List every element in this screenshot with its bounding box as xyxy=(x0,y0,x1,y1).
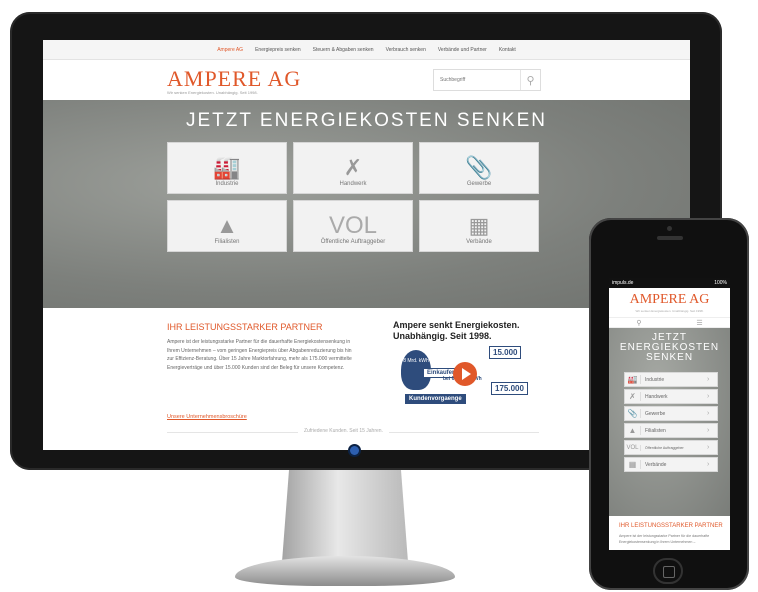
list-item-oeffentliche-auftraggeber[interactable]: VOL Öffentliche Auftraggeber › xyxy=(624,440,718,455)
list-item-label: Industrie xyxy=(645,376,665,383)
phone-screen: impuls.de 100% AMPERE AG Wir senken Ener… xyxy=(609,278,730,550)
buildings-icon: ▦ xyxy=(468,213,490,238)
search-box: ⚲ xyxy=(433,69,541,91)
chevron-right-icon: › xyxy=(707,376,710,383)
tile-label: Handwerk xyxy=(339,181,367,187)
top-navigation: Ampere AG Energiepreis senken Steuern & … xyxy=(43,40,690,60)
video-label-175000: 175.000 xyxy=(491,382,528,395)
factory-icon: 🏭 xyxy=(625,375,641,384)
paperclip-icon: 📎 xyxy=(625,409,641,418)
list-item-label: Gewerbe xyxy=(645,410,666,417)
search-input[interactable] xyxy=(434,77,520,83)
tile-verbaende[interactable]: ▦ Verbände xyxy=(419,200,539,252)
tile-industrie[interactable]: 🏭 Industrie xyxy=(167,142,287,194)
vol-icon: VOL xyxy=(625,444,641,451)
video-title: Ampere senkt Energiekosten. Unabhängig. … xyxy=(393,320,520,341)
hero-title: JETZT ENERGIEKOSTEN SENKEN xyxy=(186,110,547,131)
nav-link-verbaende[interactable]: Verbände und Partner xyxy=(438,47,487,53)
chevron-right-icon: › xyxy=(707,393,710,400)
list-item-filialisten[interactable]: ▲ Filialisten › xyxy=(624,423,718,438)
factory-icon: 🏭 xyxy=(213,155,241,180)
phone-section-body: Ampere ist der leistungsstarke Partner f… xyxy=(619,534,710,544)
brochure-link[interactable]: Unsere Unternehmensbroschüre xyxy=(167,414,247,420)
phone-sector-list: 🏭 Industrie › ✗ Handwerk › 📎 Gewerbe › ▲… xyxy=(624,372,718,474)
phone-hero-title: JETZT ENERGIEKOSTEN SENKEN xyxy=(619,332,720,363)
buildings-icon: ▦ xyxy=(625,460,641,469)
chevron-right-icon: › xyxy=(707,461,710,468)
tile-label: Filialisten xyxy=(214,239,240,245)
tools-icon: ✗ xyxy=(343,155,363,180)
chevron-right-icon: › xyxy=(707,410,710,417)
phone-tagline: Wir senken Energiekosten. Unabhängig. Se… xyxy=(635,309,704,313)
tile-label: Verbände xyxy=(466,239,492,245)
vol-icon: VOL xyxy=(328,212,378,239)
nav-link-energiepreis[interactable]: Energiepreis senken xyxy=(255,47,301,53)
phone-frame: impuls.de 100% AMPERE AG Wir senken Ener… xyxy=(589,218,749,590)
tile-label: Gewerbe xyxy=(466,181,492,187)
speaker-icon xyxy=(657,236,683,240)
monitor-base xyxy=(235,556,455,586)
list-item-label: Verbände xyxy=(645,461,667,468)
site-header: AMPERE AG Wir senken Energiekosten. Unab… xyxy=(43,60,690,100)
tile-label: Industrie xyxy=(215,181,239,187)
list-item-gewerbe[interactable]: 📎 Gewerbe › xyxy=(624,406,718,421)
site-logo[interactable]: AMPERE AG xyxy=(167,68,301,90)
site-tagline: Wir senken Energiekosten. Unabhängig. Se… xyxy=(167,90,258,95)
section-body: Ampere ist der leistungsstarke Partner f… xyxy=(167,339,352,371)
divider-text: Zufriedene Kunden. Seit 15 Jahren. xyxy=(298,428,389,434)
paperclip-icon: 📎 xyxy=(465,155,493,180)
video-label-kunden: Kundenvorgaenge xyxy=(405,394,466,404)
tile-oeffentliche-auftraggeber[interactable]: VOL Öffentliche Auftraggeber xyxy=(293,200,413,252)
tile-filialisten[interactable]: ▲ Filialisten xyxy=(167,200,287,252)
tile-gewerbe[interactable]: 📎 Gewerbe xyxy=(419,142,539,194)
tools-icon: ✗ xyxy=(625,392,641,401)
section-title: IHR LEISTUNGSSTARKER PARTNER xyxy=(167,322,323,332)
list-item-label: Handwerk xyxy=(645,393,668,400)
video-player[interactable]: 8 Mrd. kWh Einkaufen 15.000 175.000 Kund… xyxy=(395,346,535,410)
phone-hero: JETZT ENERGIEKOSTEN SENKEN 🏭 Industrie ›… xyxy=(609,328,730,516)
nav-link-kontakt[interactable]: Kontakt xyxy=(499,47,516,53)
nav-link-steuern[interactable]: Steuern & Abgaben senken xyxy=(313,47,374,53)
nav-link-verbrauch[interactable]: Verbrauch senken xyxy=(386,47,426,53)
video-label-15000: 15.000 xyxy=(489,346,522,359)
list-item-label: Öffentliche Auftraggeber xyxy=(645,445,684,450)
germany-map-icon: ▲ xyxy=(625,426,641,435)
nav-link-ampere[interactable]: Ampere AG xyxy=(217,47,243,53)
phone-section-title: IHR LEISTUNGSSTARKER PARTNER xyxy=(619,523,723,529)
monitor-stand xyxy=(282,470,408,562)
list-item-verbaende[interactable]: ▦ Verbände › xyxy=(624,457,718,472)
search-icon[interactable]: ⚲ xyxy=(520,70,540,90)
phone-logo[interactable]: AMPERE AG xyxy=(609,292,730,308)
search-icon[interactable]: ⚲ xyxy=(636,319,641,327)
monitor-logo-icon xyxy=(350,446,359,455)
camera-icon xyxy=(667,226,672,231)
germany-map-icon: ▲ xyxy=(216,213,238,238)
chevron-right-icon: › xyxy=(707,427,710,434)
list-item-industrie[interactable]: 🏭 Industrie › xyxy=(624,372,718,387)
play-icon[interactable] xyxy=(453,362,477,386)
menu-icon[interactable]: ☰ xyxy=(696,319,702,327)
home-button[interactable] xyxy=(653,558,683,584)
chevron-right-icon: › xyxy=(707,444,710,451)
status-carrier: impuls.de xyxy=(612,280,634,286)
phone-status-bar: impuls.de 100% xyxy=(609,278,730,288)
tile-handwerk[interactable]: ✗ Handwerk xyxy=(293,142,413,194)
list-item-handwerk[interactable]: ✗ Handwerk › xyxy=(624,389,718,404)
list-item-label: Filialisten xyxy=(645,427,666,434)
status-battery: 100% xyxy=(714,280,727,286)
phone-nav: ⚲ ☰ xyxy=(609,317,730,328)
sector-tiles: 🏭 Industrie ✗ Handwerk 📎 Gewerbe ▲ Filia… xyxy=(167,142,539,252)
tile-label: Öffentliche Auftraggeber xyxy=(320,239,386,245)
